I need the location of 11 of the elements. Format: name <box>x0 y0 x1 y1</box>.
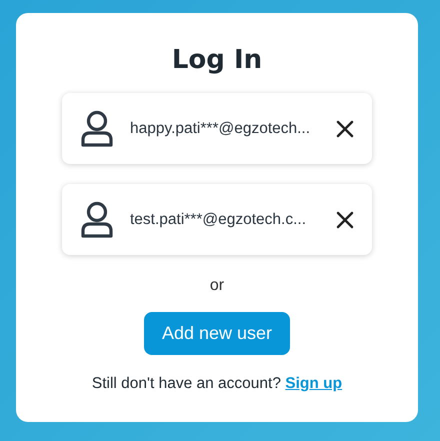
person-icon <box>80 200 114 238</box>
signup-prompt: Still don't have an account? Sign up <box>92 375 342 393</box>
close-icon[interactable] <box>336 210 354 228</box>
user-email: test.pati***@egzotech.c... <box>130 210 307 228</box>
login-title: Log In <box>172 45 262 75</box>
user-account-item[interactable]: test.pati***@egzotech.c... <box>62 184 372 255</box>
user-email: happy.pati***@egzotech... <box>130 120 312 138</box>
close-icon[interactable] <box>336 120 354 138</box>
user-account-item[interactable]: happy.pati***@egzotech... <box>62 93 372 164</box>
person-icon <box>80 110 114 148</box>
or-separator: or <box>210 277 224 295</box>
